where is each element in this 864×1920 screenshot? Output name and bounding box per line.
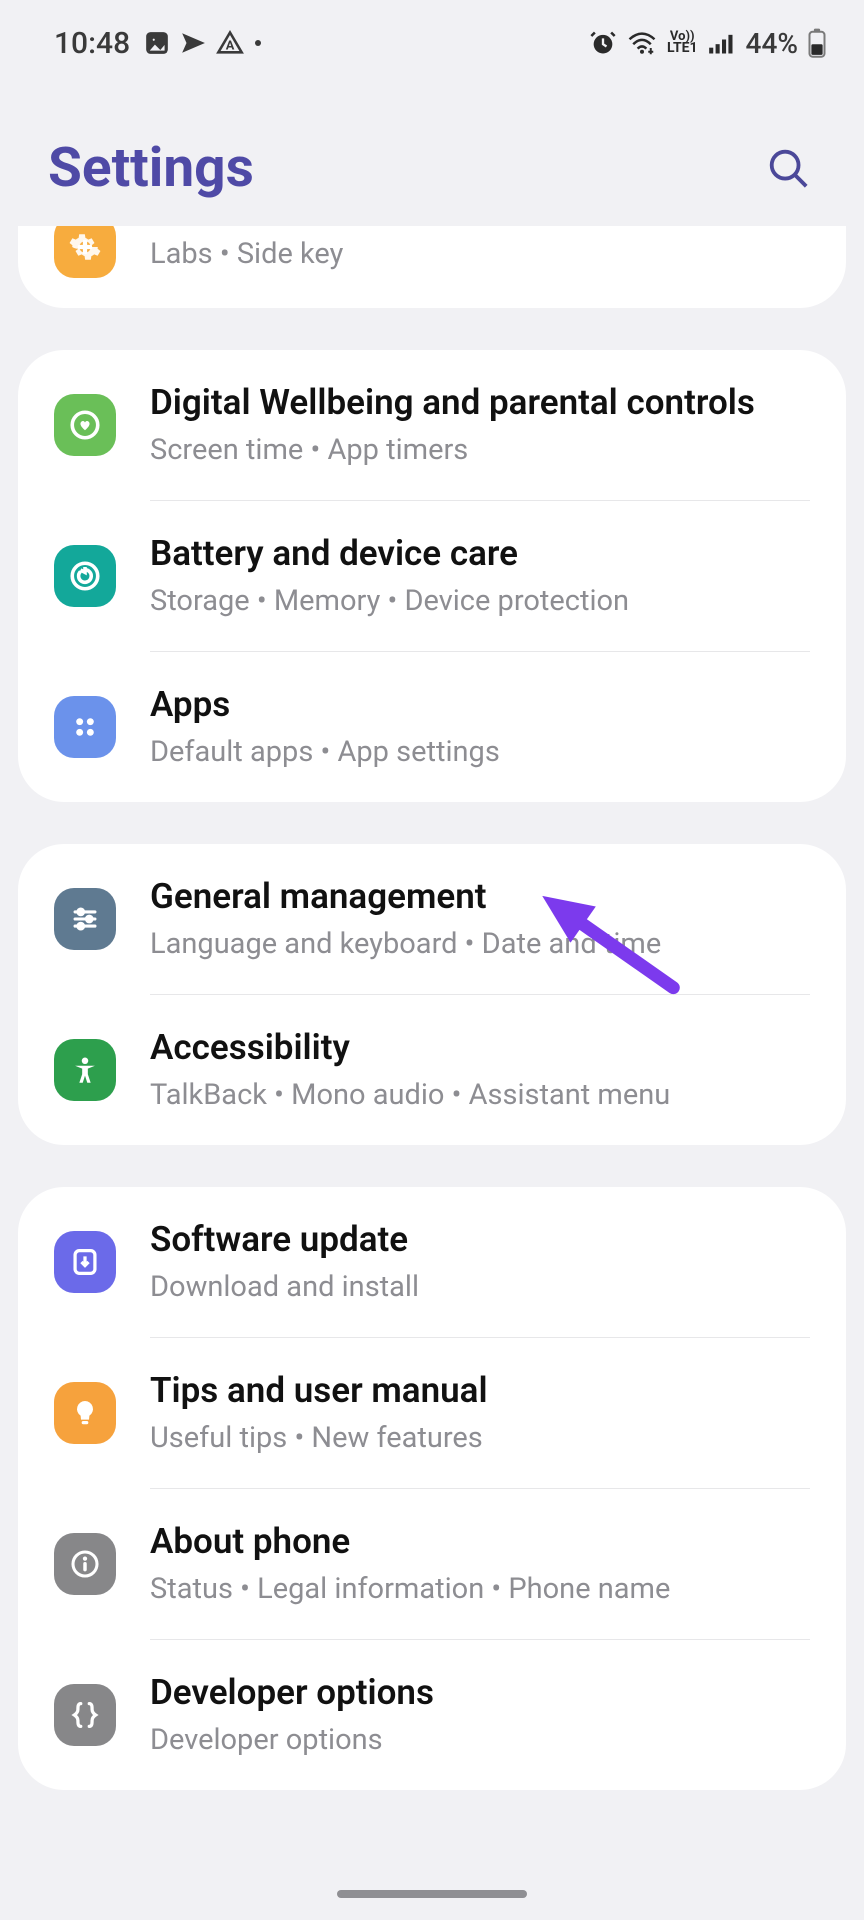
settings-row-developer-options[interactable]: Developer options Developer options <box>18 1640 846 1790</box>
settings-row-about-phone[interactable]: About phone Status • Legal information •… <box>18 1489 846 1639</box>
row-subtitle: Default apps • App settings <box>150 734 810 770</box>
settings-row-general-management[interactable]: General management Language and keyboard… <box>18 844 846 994</box>
row-subtitle: Download and install <box>150 1269 810 1305</box>
settings-group-1: Digital Wellbeing and parental controls … <box>18 350 846 802</box>
row-subtitle: Language and keyboard • Date and time <box>150 926 810 962</box>
download-icon <box>54 1231 116 1293</box>
row-subtitle: Status • Legal information • Phone name <box>150 1571 810 1607</box>
settings-row-accessibility[interactable]: Accessibility TalkBack • Mono audio • As… <box>18 995 846 1145</box>
search-button[interactable] <box>760 140 816 196</box>
settings-row-advanced-features[interactable]: Advanced features Labs • Side key <box>18 226 846 308</box>
battery-percent: 44% <box>746 27 798 60</box>
row-subtitle: Labs • Side key <box>150 236 810 272</box>
row-title: Tips and user manual <box>150 1370 810 1412</box>
page-title: Settings <box>48 136 254 200</box>
row-subtitle: Storage • Memory • Device protection <box>150 583 810 619</box>
gear-plus-icon <box>54 226 116 278</box>
row-title: General management <box>150 876 810 918</box>
bulb-icon <box>54 1382 116 1444</box>
status-time: 10:48 <box>54 26 130 61</box>
refresh-ring-icon <box>54 545 116 607</box>
row-title: Developer options <box>150 1672 810 1714</box>
settings-group-3: Software update Download and install Tip… <box>18 1187 846 1790</box>
row-title: Battery and device care <box>150 533 810 575</box>
home-indicator[interactable] <box>337 1890 527 1898</box>
status-bar: 10:48 A Vo)) LTE1 <box>0 0 864 78</box>
row-subtitle: TalkBack • Mono audio • Assistant menu <box>150 1077 810 1113</box>
info-icon <box>54 1533 116 1595</box>
sliders-icon <box>54 888 116 950</box>
signal-icon <box>708 31 736 55</box>
apps-grid-icon <box>54 696 116 758</box>
settings-group-0: Advanced features Labs • Side key <box>18 226 846 308</box>
braces-icon <box>54 1684 116 1746</box>
dot-icon <box>254 39 262 47</box>
settings-group-2: General management Language and keyboard… <box>18 844 846 1145</box>
battery-icon <box>808 28 826 58</box>
person-icon <box>54 1039 116 1101</box>
svg-text:A: A <box>226 38 235 53</box>
heart-ring-icon <box>54 394 116 456</box>
gallery-icon <box>144 30 170 56</box>
settings-list[interactable]: Advanced features Labs • Side key Digita… <box>0 214 864 1790</box>
row-title: About phone <box>150 1521 810 1563</box>
alarm-icon <box>589 29 617 57</box>
search-icon <box>765 145 811 191</box>
row-subtitle: Screen time • App timers <box>150 432 810 468</box>
row-subtitle: Useful tips • New features <box>150 1420 810 1456</box>
triangle-alert-icon: A <box>216 29 244 57</box>
settings-row-tips[interactable]: Tips and user manual Useful tips • New f… <box>18 1338 846 1488</box>
row-subtitle: Developer options <box>150 1722 810 1758</box>
row-title: Accessibility <box>150 1027 810 1069</box>
status-left: 10:48 A <box>54 26 262 61</box>
row-title: Software update <box>150 1219 810 1261</box>
wifi-icon <box>627 30 657 56</box>
row-title: Advanced features <box>150 226 810 228</box>
status-right: Vo)) LTE1 44% <box>589 27 826 60</box>
row-title: Apps <box>150 684 810 726</box>
settings-row-software-update[interactable]: Software update Download and install <box>18 1187 846 1337</box>
settings-row-apps[interactable]: Apps Default apps • App settings <box>18 652 846 802</box>
settings-header: Settings <box>0 78 864 214</box>
settings-row-battery-device-care[interactable]: Battery and device care Storage • Memory… <box>18 501 846 651</box>
settings-row-digital-wellbeing[interactable]: Digital Wellbeing and parental controls … <box>18 350 846 500</box>
send-icon <box>180 30 206 56</box>
row-title: Digital Wellbeing and parental controls <box>150 382 810 424</box>
volte-indicator: Vo)) LTE1 <box>667 32 698 54</box>
